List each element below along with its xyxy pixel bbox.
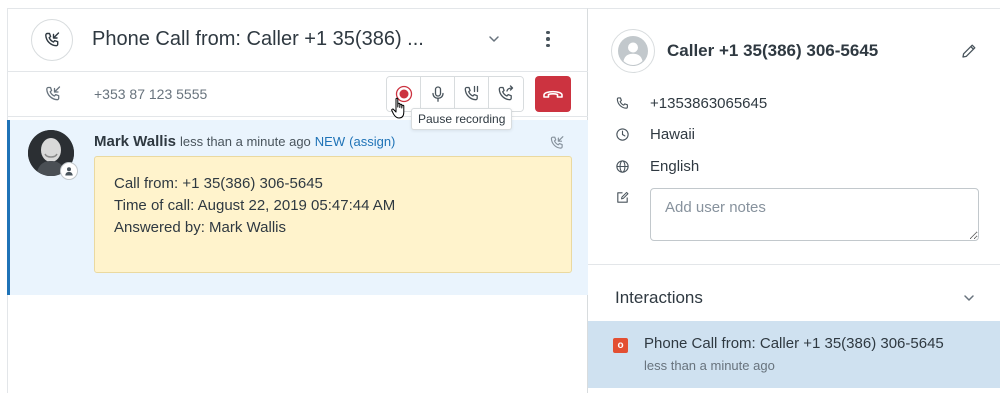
interaction-item[interactable]: o Phone Call from: Caller +1 35(386) 306… — [588, 321, 1000, 388]
status-badge: NEW — [314, 134, 346, 149]
user-profile-panel: Caller +1 35(386) 306-5645 +135386306564… — [588, 8, 1000, 393]
clock-icon — [614, 126, 630, 142]
ticket-status-badge: o — [613, 338, 628, 353]
profile-phone: +1353863065645 — [650, 94, 768, 112]
transfer-button[interactable] — [489, 77, 523, 111]
mute-button[interactable] — [421, 77, 455, 111]
hand-cursor-icon — [390, 97, 408, 121]
event-time: less than a minute ago — [179, 134, 311, 149]
conversation-title: Phone Call from: Caller +1 35(386) ... — [92, 28, 424, 50]
event-header: Mark Wallis less than a minute ago NEW (ass… — [94, 133, 395, 150]
pencil-icon[interactable] — [960, 42, 978, 60]
call-event: Mark Wallis less than a minute ago NEW (ass… — [7, 120, 588, 295]
call-detail-line: Call from: +1 35(386) 306-5645 — [114, 175, 323, 192]
timezone-row: Hawaii — [614, 126, 695, 143]
divider — [588, 264, 1000, 265]
hold-button[interactable] — [455, 77, 489, 111]
hang-up-icon — [543, 90, 563, 98]
call-detail-line: Time of call: August 22, 2019 05:47:44 A… — [114, 197, 396, 214]
interaction-title: Phone Call from: Caller +1 35(386) 306-5… — [644, 335, 944, 352]
event-author: Mark Wallis — [94, 133, 176, 150]
phone-pause-icon — [464, 85, 478, 101]
conversation-header: Phone Call from: Caller +1 35(386) ... — [8, 9, 588, 71]
profile-language: English — [650, 157, 700, 175]
avatar — [611, 29, 655, 73]
call-detail-line: Answered by: Mark Wallis — [114, 219, 286, 236]
language-row: English — [614, 158, 699, 175]
incoming-call-icon — [43, 84, 63, 104]
incoming-call-icon — [548, 134, 566, 152]
interactions-title: Interactions — [615, 288, 703, 307]
globe-icon — [614, 158, 630, 174]
microphone-icon — [431, 86, 444, 102]
phone-forward-icon — [498, 85, 514, 101]
user-notes-input[interactable] — [650, 188, 979, 241]
call-details: Call from: +1 35(386) 306-5645 Time of c… — [94, 156, 572, 273]
chevron-down-icon[interactable] — [961, 290, 977, 306]
phone-icon — [614, 95, 630, 111]
note-edit-icon — [614, 189, 630, 205]
interaction-time: less than a minute ago — [644, 358, 775, 373]
caller-number: +353 87 123 5555 — [94, 86, 208, 102]
chevron-down-icon[interactable] — [486, 31, 502, 47]
assign-link[interactable]: (assign) — [349, 134, 395, 149]
notes-row — [614, 189, 630, 205]
more-options-icon[interactable] — [538, 27, 558, 51]
user-badge-icon — [60, 162, 78, 180]
profile-name: Caller +1 35(386) 306-5645 — [667, 41, 879, 60]
incoming-call-icon — [31, 19, 73, 61]
profile-timezone: Hawaii — [650, 125, 696, 143]
phone-row: +1353863065645 — [614, 95, 767, 112]
end-call-button[interactable] — [535, 76, 571, 112]
conversation-panel: Phone Call from: Caller +1 35(386) ... +… — [7, 8, 588, 393]
tooltip: Pause recording — [411, 108, 513, 130]
